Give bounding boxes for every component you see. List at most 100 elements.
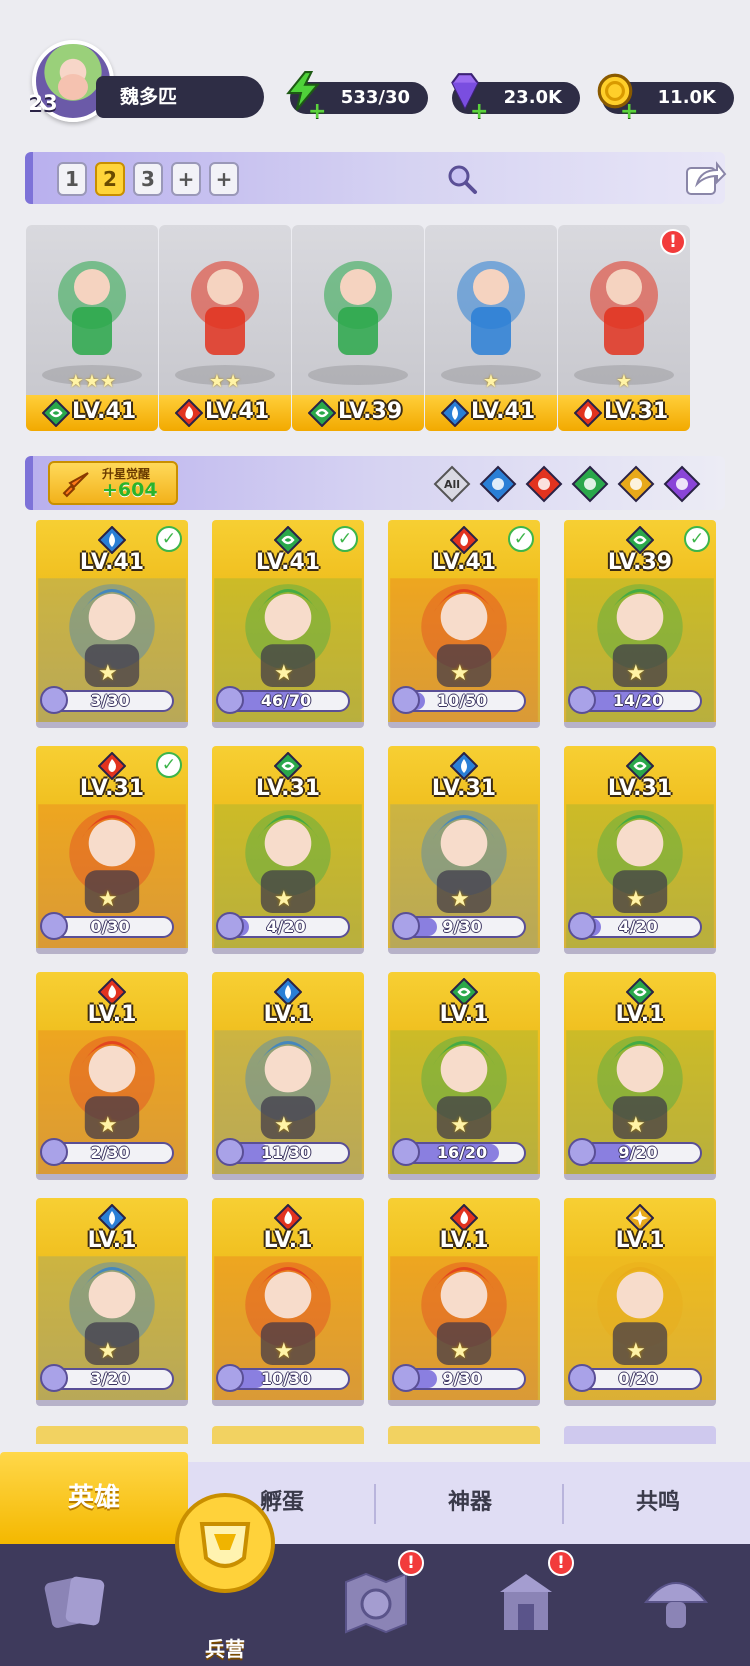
map-alert-badge: ! xyxy=(398,1550,424,1576)
hero-level: LV.41 xyxy=(255,550,321,575)
add-energy-icon[interactable]: + xyxy=(308,96,326,128)
add-gold-icon[interactable]: + xyxy=(620,96,638,128)
top-status-bar: 23 魏多匹 + 533/30 + 23.0K + 11.0K xyxy=(0,0,750,140)
filter-water-icon[interactable] xyxy=(479,465,517,503)
level-bar: LV.41 xyxy=(425,395,557,431)
shard-icon xyxy=(216,1364,244,1392)
hero-card[interactable]: LV.41 ✓ ★ 46/70 xyxy=(212,520,364,728)
hero-level: LV.31 xyxy=(607,776,673,801)
gem-counter[interactable]: + 23.0K xyxy=(451,73,580,124)
hero-level: LV.41 xyxy=(72,399,137,424)
share-icon[interactable] xyxy=(683,156,727,200)
hero-level: LV.41 xyxy=(205,399,270,424)
hero-stars: ★ xyxy=(615,371,633,392)
nav-mushroom[interactable] xyxy=(600,1544,750,1666)
star-icon: ★ xyxy=(98,661,118,686)
shard-icon xyxy=(568,1364,596,1392)
hero-level: LV.1 xyxy=(439,1228,489,1253)
hero-card[interactable]: LV.1 ★ 3/20 xyxy=(36,1198,188,1406)
star-icon: ★ xyxy=(274,887,294,912)
check-icon: ✓ xyxy=(684,526,710,552)
nav-temple[interactable]: ! xyxy=(450,1544,600,1666)
team-hero-card[interactable]: ★★★ LV.41 xyxy=(26,225,158,431)
barracks-icon xyxy=(175,1493,275,1593)
next-row-peek xyxy=(36,1426,716,1444)
hero-card[interactable]: LV.1 ★ 9/30 xyxy=(388,1198,540,1406)
tab-resonance[interactable]: 共鸣 xyxy=(564,1462,750,1544)
hero-card[interactable]: LV.1 ★ 0/20 xyxy=(564,1198,716,1406)
hero-level: LV.1 xyxy=(87,1228,137,1253)
hero-card[interactable]: LV.1 ★ 16/20 xyxy=(388,972,540,1180)
gold-value: 11.0K xyxy=(657,87,716,108)
hero-card[interactable]: LV.1 ★ 11/30 xyxy=(212,972,364,1180)
filter-all-icon[interactable]: All xyxy=(433,465,471,503)
star-icon: ★ xyxy=(98,887,118,912)
team-slot-add-1[interactable]: + xyxy=(171,162,201,196)
hero-stars: ★★ xyxy=(208,371,242,392)
star-icon: ★ xyxy=(626,887,646,912)
add-gem-icon[interactable]: + xyxy=(470,96,488,128)
nav-map[interactable]: ! xyxy=(300,1544,450,1666)
hero-card[interactable]: LV.1 ★ 10/30 xyxy=(212,1198,364,1406)
team-slot-add-2[interactable]: + xyxy=(209,162,239,196)
map-icon xyxy=(345,1572,407,1634)
team-hero-card[interactable]: LV.39 xyxy=(292,225,424,431)
nav-barracks[interactable]: 兵营 xyxy=(150,1493,300,1666)
team-slot-1[interactable]: 1 xyxy=(57,162,87,196)
star-icon: ★ xyxy=(450,887,470,912)
star-icon: ★ xyxy=(626,661,646,686)
team-hero-card[interactable]: ★★ LV.41 xyxy=(159,225,291,431)
hero-portrait xyxy=(441,261,541,385)
hero-card[interactable]: LV.31 ✓ ★ 0/30 xyxy=(36,746,188,954)
search-icon[interactable] xyxy=(445,162,479,196)
check-icon: ✓ xyxy=(508,526,534,552)
hero-card[interactable]: LV.39 ✓ ★ 14/20 xyxy=(564,520,716,728)
filter-all-label: All xyxy=(444,478,460,491)
shard-icon xyxy=(392,1138,420,1166)
team-slot-3[interactable]: 3 xyxy=(133,162,163,196)
energy-counter[interactable]: + 533/30 xyxy=(286,71,428,124)
hero-level: LV.1 xyxy=(263,1002,313,1027)
hero-level: LV.31 xyxy=(255,776,321,801)
team-hero-card[interactable]: ★ LV.41 xyxy=(425,225,557,431)
shard-icon xyxy=(392,686,420,714)
hero-card[interactable]: LV.31 ★ 4/20 xyxy=(564,746,716,954)
fire-element-icon xyxy=(175,399,203,427)
temple-alert-badge: ! xyxy=(548,1550,574,1576)
level-bar: LV.31 xyxy=(558,395,690,431)
star-icon: ★ xyxy=(274,1113,294,1138)
shard-icon xyxy=(40,686,68,714)
nav-cards[interactable] xyxy=(0,1544,150,1666)
filter-dark-icon[interactable] xyxy=(663,465,701,503)
hero-stars: ★ xyxy=(482,371,500,392)
hero-card[interactable]: LV.31 ★ 4/20 xyxy=(212,746,364,954)
nav-barracks-label: 兵营 xyxy=(205,1637,245,1661)
hero-filter-bar: 升星觉醒 +604 All xyxy=(25,456,725,510)
hero-card[interactable]: LV.41 ✓ ★ 3/30 xyxy=(36,520,188,728)
hero-card[interactable]: LV.1 ★ 2/30 xyxy=(36,972,188,1180)
tab-heroes[interactable]: 英雄 xyxy=(0,1452,188,1544)
shard-icon xyxy=(568,912,596,940)
shard-icon xyxy=(392,912,420,940)
fire-element-icon xyxy=(574,399,602,427)
water-element-icon xyxy=(441,399,469,427)
hero-level: LV.39 xyxy=(607,550,673,575)
energy-value: 533/30 xyxy=(340,87,410,108)
wind-element-icon xyxy=(308,399,336,427)
team-hero-card[interactable]: ★ LV.31 ! xyxy=(558,225,690,431)
hero-portrait xyxy=(42,261,142,385)
gold-counter[interactable]: + 11.0K xyxy=(597,73,734,124)
tab-artifacts[interactable]: 神器 xyxy=(376,1462,564,1544)
filter-fire-icon[interactable] xyxy=(525,465,563,503)
shard-icon xyxy=(40,1138,68,1166)
star-icon: ★ xyxy=(450,1113,470,1138)
hero-card[interactable]: LV.31 ★ 9/30 xyxy=(388,746,540,954)
player-name[interactable]: 魏多匹 xyxy=(96,76,264,118)
filter-wind-icon[interactable] xyxy=(571,465,609,503)
hero-stars: ★★★ xyxy=(67,371,117,392)
hero-card[interactable]: LV.41 ✓ ★ 10/50 xyxy=(388,520,540,728)
filter-light-icon[interactable] xyxy=(617,465,655,503)
star-awaken-button[interactable]: 升星觉醒 +604 xyxy=(48,461,178,505)
hero-card[interactable]: LV.1 ★ 9/20 xyxy=(564,972,716,1180)
team-slot-2[interactable]: 2 xyxy=(95,162,125,196)
